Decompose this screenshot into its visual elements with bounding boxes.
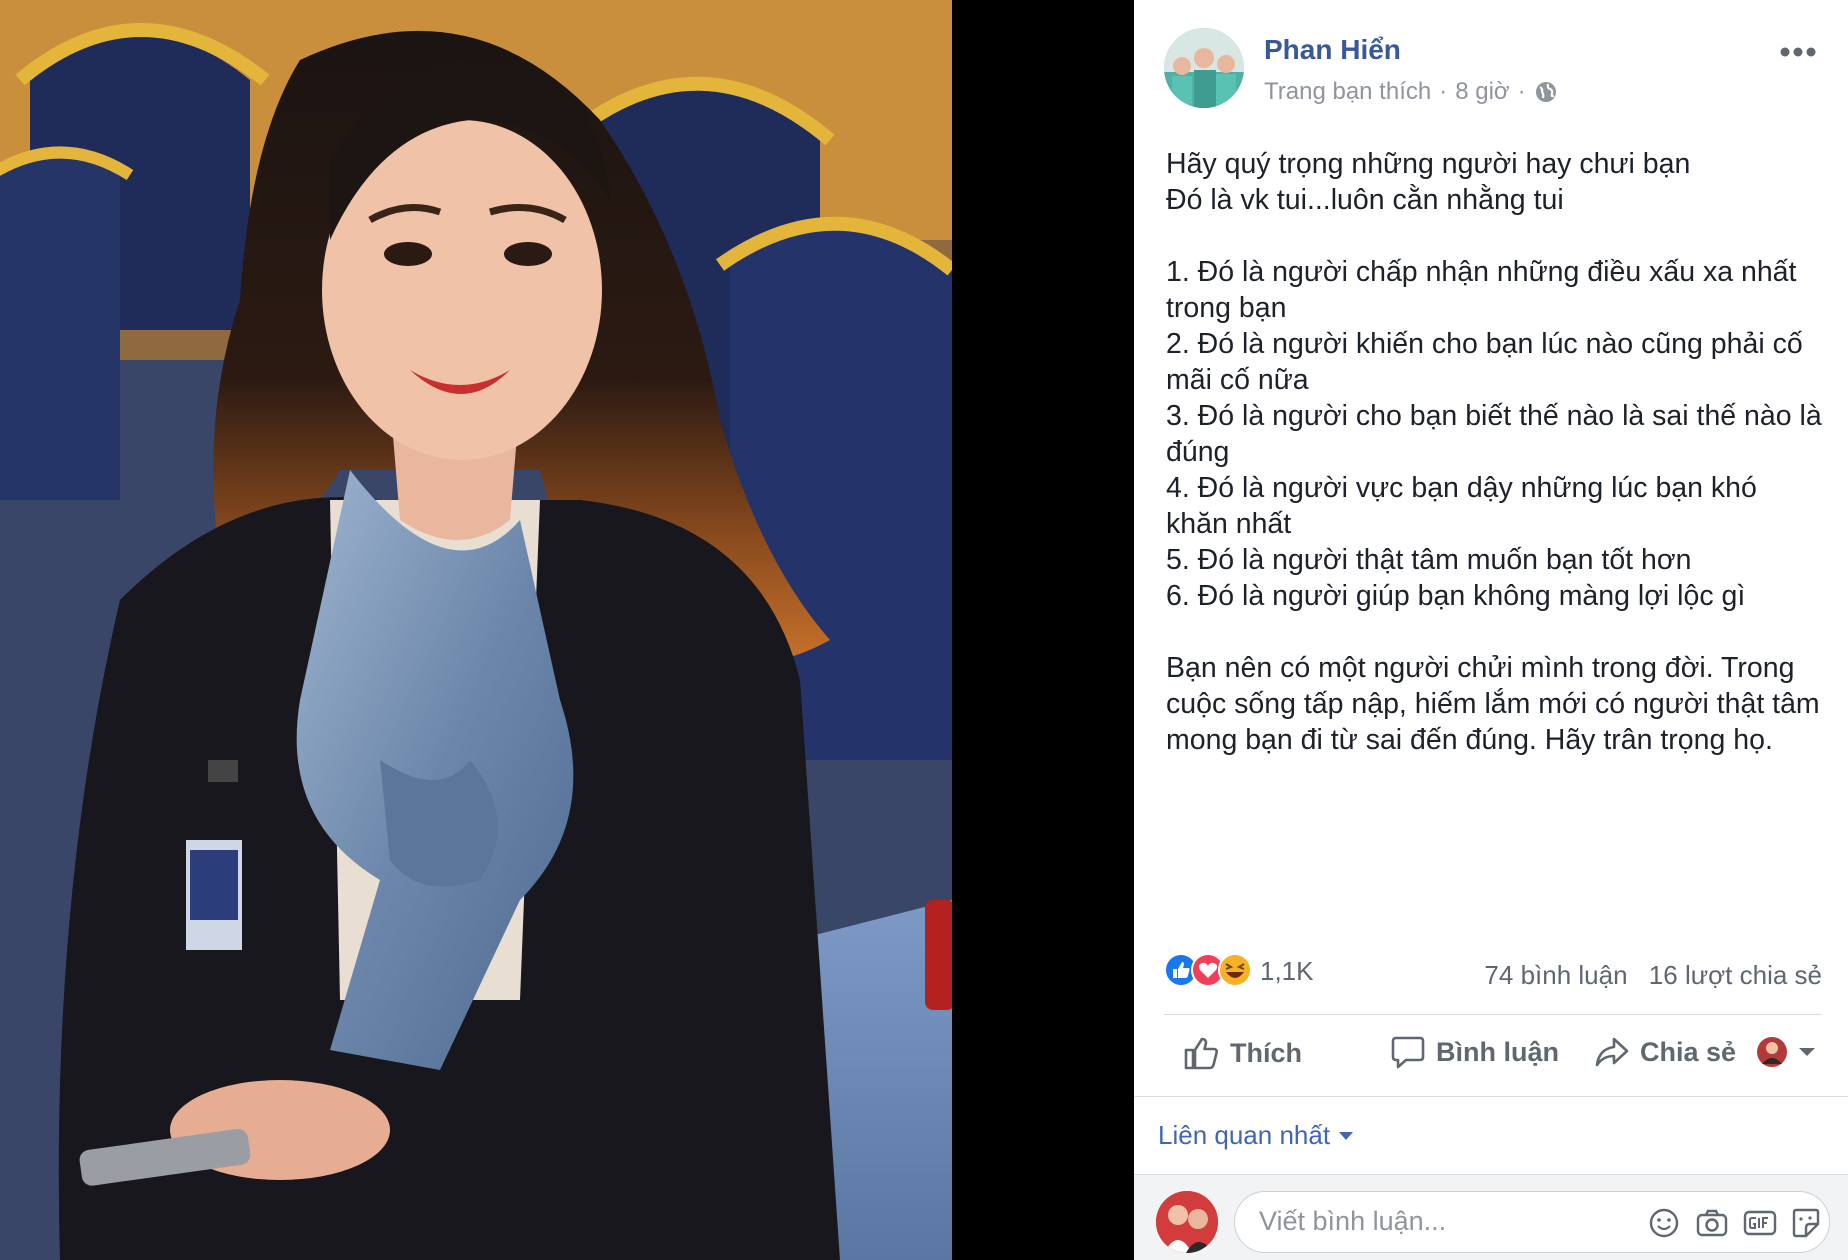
- comment-count[interactable]: 74 bình luận: [1484, 960, 1627, 990]
- more-options-icon[interactable]: [1776, 36, 1820, 68]
- globe-icon[interactable]: [1534, 80, 1558, 104]
- comment-button[interactable]: Bình luận: [1390, 1034, 1559, 1070]
- meta-separator: ·: [1439, 78, 1448, 105]
- engagement-counts: 74 bình luận 16 lượt chia sẻ: [1470, 960, 1822, 991]
- post-side-panel: Phan Hiển Trang bạn thích · 8 giờ · Hãy: [1134, 0, 1848, 1260]
- author-avatar-image: [1164, 28, 1244, 108]
- reaction-icons[interactable]: [1164, 952, 1256, 988]
- comment-input[interactable]: Viết bình luận...: [1234, 1191, 1830, 1253]
- like-label: Thích: [1230, 1037, 1302, 1068]
- comment-icon: [1391, 1036, 1425, 1069]
- share-label: Chia sẻ: [1640, 1036, 1737, 1067]
- emoji-icon[interactable]: [1647, 1206, 1681, 1240]
- divider: [1164, 1014, 1822, 1015]
- current-user-avatar[interactable]: [1156, 1191, 1218, 1253]
- share-count[interactable]: 16 lượt chia sẻ: [1649, 960, 1822, 990]
- sticker-icon[interactable]: [1789, 1206, 1823, 1240]
- sort-label: Liên quan nhất: [1158, 1120, 1331, 1150]
- comment-placeholder: Viết bình luận...: [1259, 1206, 1447, 1236]
- photo-viewer-area: [0, 0, 1134, 1260]
- thumbs-up-icon: [1184, 1037, 1218, 1070]
- meta-separator: ·: [1517, 78, 1526, 105]
- post-time[interactable]: 8 giờ: [1455, 78, 1509, 106]
- like-button[interactable]: Thích: [1182, 1034, 1302, 1072]
- post-photo[interactable]: [0, 0, 952, 1260]
- audience-selector[interactable]: [1756, 1036, 1816, 1068]
- gif-icon[interactable]: [1743, 1206, 1777, 1240]
- camera-icon[interactable]: [1695, 1206, 1729, 1240]
- comment-sort-dropdown[interactable]: Liên quan nhất: [1158, 1120, 1354, 1151]
- divider: [1134, 1096, 1848, 1097]
- facebook-photo-viewer: Phan Hiển Trang bạn thích · 8 giờ · Hãy: [0, 0, 1848, 1260]
- caret-down-icon: [1339, 1131, 1354, 1140]
- post-meta: Trang bạn thích · 8 giờ ·: [1264, 78, 1558, 106]
- reactions-summary: 1,1K 74 bình luận 16 lượt chia sẻ: [1164, 950, 1822, 990]
- post-header: Phan Hiển Trang bạn thích · 8 giờ ·: [1164, 28, 1824, 112]
- reaction-count[interactable]: 1,1K: [1260, 956, 1314, 987]
- author-name[interactable]: Phan Hiển: [1264, 34, 1401, 66]
- comment-composer: Viết bình luận...: [1134, 1174, 1848, 1260]
- profile-avatar-small: [1757, 1037, 1787, 1067]
- share-icon: [1595, 1037, 1629, 1067]
- haha-icon: [1218, 953, 1252, 987]
- share-button[interactable]: Chia sẻ: [1594, 1034, 1736, 1070]
- post-source[interactable]: Trang bạn thích: [1264, 78, 1431, 106]
- caret-down-icon: [1799, 1048, 1815, 1056]
- post-actions: Thích Bình luận Chia sẻ: [1164, 1020, 1822, 1092]
- post-text: Hãy quý trọng những người hay chưi bạn Đ…: [1166, 148, 1822, 756]
- photo-illustration: [0, 0, 952, 1260]
- comment-label: Bình luận: [1436, 1036, 1559, 1067]
- author-avatar[interactable]: [1164, 28, 1244, 108]
